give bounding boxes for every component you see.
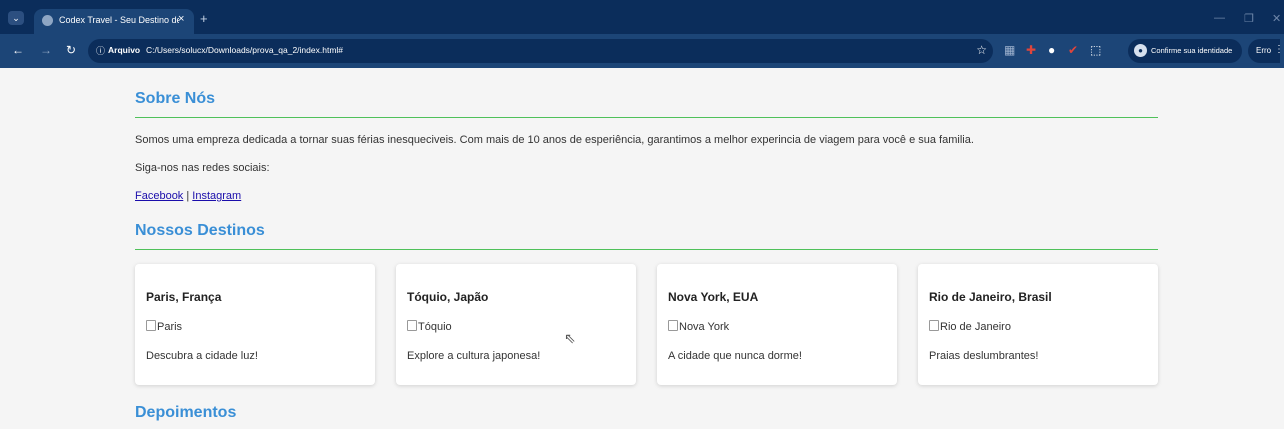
bookmark-star-icon[interactable]: ☆ — [976, 43, 987, 57]
testimonials-heading: Depoimentos — [135, 404, 237, 421]
profile-identity-button[interactable]: ● Confirme sua identidade — [1128, 39, 1242, 63]
restore-icon[interactable]: ❐ — [1244, 12, 1254, 25]
minimize-icon[interactable]: — — [1214, 12, 1225, 24]
card-description: Praias deslumbrantes! — [929, 350, 1039, 362]
broken-image: Tóquio — [407, 320, 452, 333]
destinations-heading: Nossos Destinos — [135, 222, 265, 239]
card-description: A cidade que nunca dorme! — [668, 350, 802, 362]
instagram-link[interactable]: Instagram — [192, 190, 241, 202]
extensions-puzzle-icon[interactable]: ⬚ — [1090, 43, 1101, 57]
destination-card: Nova York, EUA Nova York A cidade que nu… — [657, 264, 897, 385]
card-title: Rio de Janeiro, Brasil — [929, 290, 1052, 304]
browser-tab-bar: ⌄ Codex Travel - Seu Destino de I × + — … — [0, 0, 1284, 34]
new-tab-button[interactable]: + — [200, 11, 208, 26]
avatar-icon: ● — [1134, 44, 1147, 57]
link-separator: | — [183, 190, 193, 202]
close-window-icon[interactable]: ✕ — [1272, 12, 1281, 25]
back-icon[interactable]: ← — [12, 43, 24, 57]
broken-image: Paris — [146, 320, 182, 333]
card-title: Nova York, EUA — [668, 290, 759, 304]
forward-icon[interactable]: → — [40, 43, 52, 57]
about-text: Somos uma empreza dedicada a tornar suas… — [135, 134, 974, 146]
address-bar[interactable]: ⓘ Arquivo C:/Users/solucx/Downloads/prov… — [88, 39, 993, 63]
info-icon[interactable]: ⓘ — [96, 44, 105, 57]
extension-icon[interactable]: ✔ — [1068, 43, 1078, 57]
about-divider — [135, 117, 1158, 118]
card-title: Paris, França — [146, 290, 222, 304]
broken-image: Nova York — [668, 320, 729, 333]
card-title: Tóquio, Japão — [407, 290, 489, 304]
reload-icon[interactable]: ↻ — [66, 43, 76, 57]
broken-image-icon — [146, 320, 156, 331]
broken-image-icon — [929, 320, 939, 331]
browser-tab[interactable]: Codex Travel - Seu Destino de I × — [34, 9, 194, 34]
menu-dots-icon[interactable]: ⋮ — [1274, 44, 1284, 55]
image-alt-text: Tóquio — [418, 321, 452, 333]
destination-card: Tóquio, Japão Tóquio Explore a cultura j… — [396, 264, 636, 385]
card-description: Descubra a cidade luz! — [146, 350, 258, 362]
extension-icon[interactable]: ✚ — [1026, 43, 1036, 57]
social-links: Facebook | Instagram — [135, 190, 241, 202]
about-heading: Sobre Nós — [135, 90, 216, 107]
image-alt-text: Nova York — [679, 321, 730, 333]
broken-image-icon — [668, 320, 678, 331]
tab-title: Codex Travel - Seu Destino de I — [59, 15, 179, 25]
tab-search-button[interactable]: ⌄ — [8, 11, 24, 25]
mouse-cursor-icon: ⇖ — [564, 330, 576, 346]
destinations-divider — [135, 249, 1158, 250]
social-prompt: Siga-nos nas redes sociais: — [135, 162, 270, 174]
tab-close-button[interactable]: × — [178, 13, 184, 25]
extension-icon[interactable]: ▦ — [1004, 43, 1015, 57]
address-url[interactable]: C:/Users/solucx/Downloads/prova_qa_2/ind… — [146, 45, 343, 55]
broken-image-icon — [407, 320, 417, 331]
image-alt-text: Paris — [157, 321, 183, 333]
error-button[interactable]: Erro ⋮ — [1248, 39, 1284, 63]
card-description: Explore a cultura japonesa! — [407, 350, 541, 362]
address-scheme-label: Arquivo — [108, 45, 141, 55]
identity-text: Confirme sua identidade — [1151, 46, 1233, 55]
error-label: Erro — [1256, 46, 1272, 55]
page-content: Sobre Nós Somos uma empreza dedicada a t… — [0, 68, 1284, 429]
image-alt-text: Rio de Janeiro — [940, 321, 1011, 333]
facebook-link[interactable]: Facebook — [135, 190, 183, 202]
extension-icon[interactable]: ● — [1048, 43, 1055, 57]
destination-card: Paris, França Paris Descubra a cidade lu… — [135, 264, 375, 385]
destination-card: Rio de Janeiro, Brasil Rio de Janeiro Pr… — [918, 264, 1158, 385]
favicon-icon — [42, 15, 53, 26]
broken-image: Rio de Janeiro — [929, 320, 1011, 333]
